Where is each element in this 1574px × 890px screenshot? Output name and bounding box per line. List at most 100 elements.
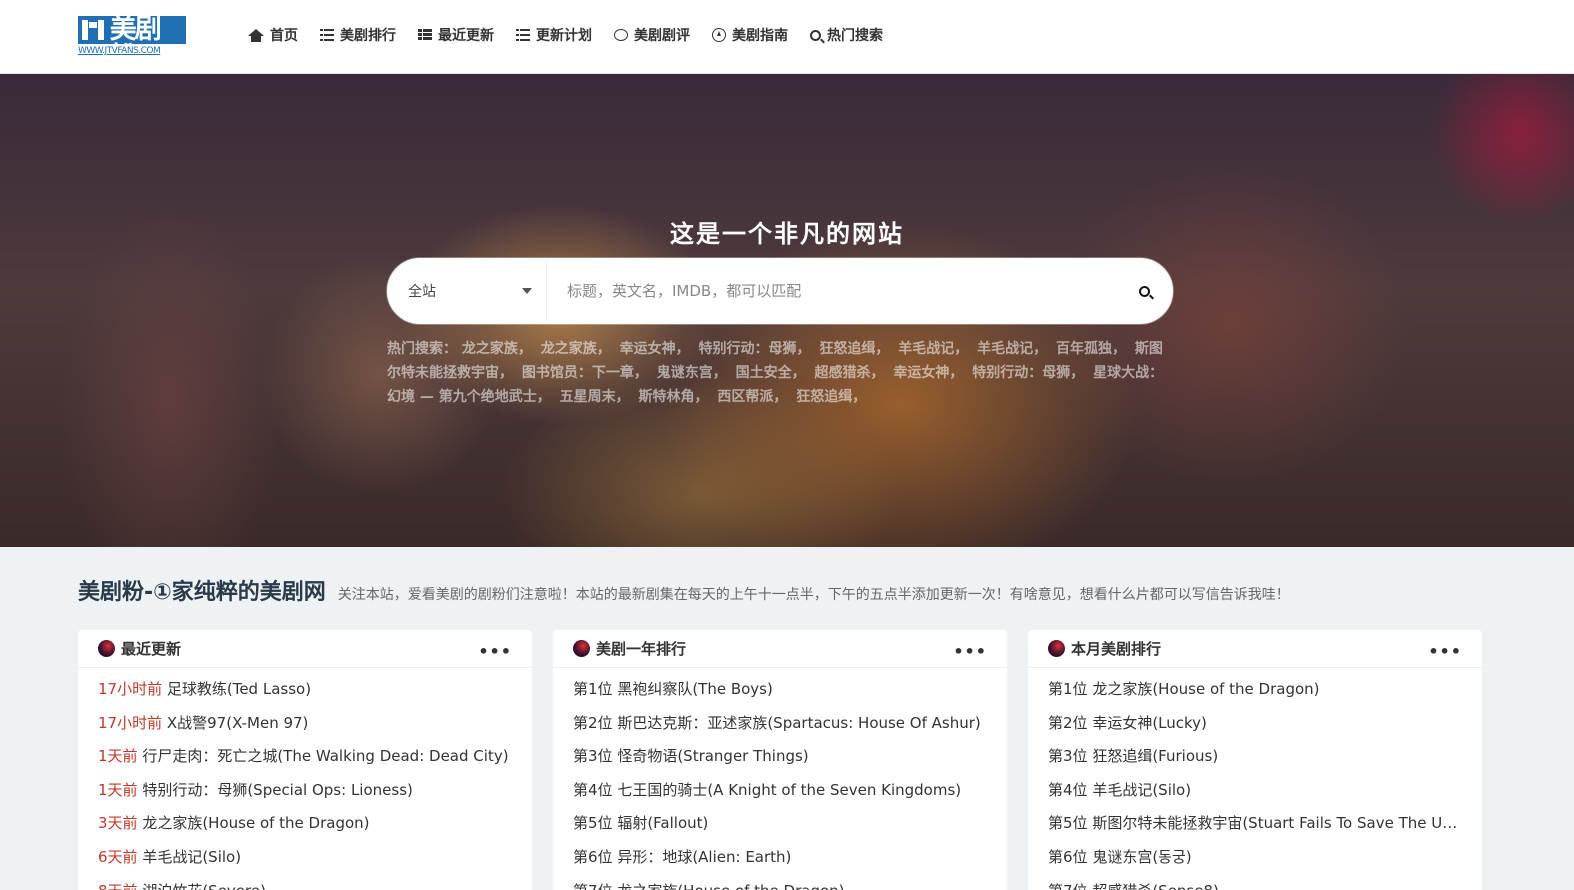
hot-search-link[interactable]: 图书馆员：下一章，	[522, 365, 648, 381]
list-item[interactable]: 第3位 狂怒追缉(Furious)	[1048, 745, 1462, 779]
nav-item-guide[interactable]: 美剧指南	[712, 24, 788, 46]
item-time: 17小时前	[98, 713, 163, 732]
list-item[interactable]: 第7位 超感猎杀(Sense8)	[1048, 880, 1462, 890]
list-item[interactable]: 第2位 幸运女神(Lucky)	[1048, 712, 1462, 746]
item-title: 龙之家族(House of the Dragon)	[613, 882, 844, 890]
card-list: 第1位 龙之家族(House of the Dragon) 第2位 幸运女神(L…	[1028, 668, 1482, 890]
item-title: 羊毛战记(Silo)	[1087, 780, 1192, 799]
logo-url: WWW.JTVFANS.COM	[78, 46, 161, 56]
site-header: 美剧粉 WWW.JTVFANS.COM 首页 美剧排行 最近更新 更新计划 美剧…	[0, 0, 1574, 74]
search-icon	[1138, 285, 1150, 297]
item-title: 怪奇物语(Stranger Things)	[612, 747, 809, 766]
card-header: 美剧一年排行 •••	[553, 630, 1007, 668]
nav-item-reviews[interactable]: 美剧剧评	[614, 24, 690, 46]
list-item[interactable]: 3天前 龙之家族(House of the Dragon)	[98, 812, 512, 846]
item-rank: 第7位	[573, 882, 613, 890]
more-icon[interactable]: •••	[478, 642, 512, 661]
item-rank: 第5位	[1048, 814, 1088, 833]
list-item[interactable]: 17小时前 X战警97(X-Men 97)	[98, 712, 512, 746]
hot-search-link[interactable]: 龙之家族，	[541, 341, 611, 357]
list-item[interactable]: 第1位 龙之家族(House of the Dragon)	[1048, 678, 1462, 712]
item-time: 1天前	[98, 780, 138, 799]
item-rank: 第4位	[573, 780, 613, 799]
list-item[interactable]: 第5位 辐射(Fallout)	[573, 812, 987, 846]
nav-item-schedule[interactable]: 更新计划	[516, 24, 592, 46]
site-intro: 美剧粉-①家纯粹的美剧网 关注本站，爱看美剧的剧粉们注意啦！本站的最新剧集在每天…	[78, 574, 1498, 606]
planet-icon	[1048, 640, 1065, 657]
hot-search-link[interactable]: 羊毛战记，	[977, 341, 1047, 357]
list-item[interactable]: 8天前 湖泊竹花(Severe)	[98, 880, 512, 890]
list-item[interactable]: 第6位 鬼谜东宫(동궁)	[1048, 846, 1462, 880]
card-header: 最近更新 •••	[78, 630, 532, 668]
item-rank: 第7位	[1048, 882, 1088, 890]
hot-search-link[interactable]: 龙之家族，	[462, 341, 532, 357]
item-title: 斯图尔特未能拯救宇宙(Stuart Fails To Save The Univ…	[1087, 814, 1462, 833]
hot-search-link[interactable]: 西区帮派，	[717, 389, 787, 405]
hot-search-link[interactable]: 超感猎杀，	[815, 365, 885, 381]
more-icon[interactable]: •••	[953, 642, 987, 661]
list-item[interactable]: 第4位 七王国的骑士(A Knight of the Seven Kingdom…	[573, 779, 987, 813]
hot-search-link[interactable]: 斯特林角，	[639, 389, 709, 405]
item-rank: 第3位	[573, 747, 613, 766]
card-list: 第1位 黑袍纠察队(The Boys) 第2位 斯巴达克斯：亚述家族(Spart…	[553, 668, 1007, 890]
hot-search-link[interactable]: 五星周末，	[560, 389, 630, 405]
nav-label: 美剧剧评	[634, 28, 690, 44]
nav-label: 热门搜索	[827, 28, 883, 44]
hero-title: 这是一个非凡的网站	[670, 220, 904, 248]
list-item[interactable]: 6天前 羊毛战记(Silo)	[98, 846, 512, 880]
list-item[interactable]: 第1位 黑袍纠察队(The Boys)	[573, 678, 987, 712]
item-rank: 第4位	[1048, 780, 1088, 799]
search-scope-value: 全站	[408, 284, 436, 300]
nav-item-ranking[interactable]: 美剧排行	[320, 24, 396, 46]
list-item[interactable]: 第6位 异形：地球(Alien: Earth)	[573, 846, 987, 880]
list-item[interactable]: 17小时前 足球教练(Ted Lasso)	[98, 678, 512, 712]
hot-search-link[interactable]: 鬼谜东宫，	[657, 365, 727, 381]
nav-item-hot-search[interactable]: 热门搜索	[810, 24, 883, 46]
hot-search-link[interactable]: 狂怒追缉，	[796, 389, 866, 405]
item-time: 8天前	[98, 882, 138, 890]
nav-item-home[interactable]: 首页	[248, 24, 298, 46]
hot-search-link[interactable]: 狂怒追缉，	[819, 341, 889, 357]
item-title: 异形：地球(Alien: Earth)	[612, 847, 792, 866]
item-title: X战警97(X-Men 97)	[162, 713, 309, 732]
nav-label: 最近更新	[438, 28, 494, 44]
list-item[interactable]: 1天前 行尸走肉：死亡之城(The Walking Dead: Dead Cit…	[98, 745, 512, 779]
list-icon	[320, 29, 334, 41]
item-title: 幸运女神(Lucky)	[1087, 713, 1207, 732]
hero-banner: 这是一个非凡的网站 全站 热门搜索： 龙之家族， 龙之家族， 幸运女神， 特别行…	[0, 74, 1574, 547]
list-item[interactable]: 第5位 斯图尔特未能拯救宇宙(Stuart Fails To Save The …	[1048, 812, 1462, 846]
list-item[interactable]: 1天前 特别行动：母狮(Special Ops: Lioness)	[98, 779, 512, 813]
hot-search-link[interactable]: 羊毛战记，	[898, 341, 968, 357]
intro-text: 关注本站，爱看美剧的剧粉们注意啦！本站的最新剧集在每天的上午十一点半，下午的五点…	[337, 587, 1290, 603]
hot-search-link[interactable]: 特别行动：母狮，	[699, 341, 811, 357]
item-rank: 第5位	[573, 814, 613, 833]
list-item[interactable]: 第2位 斯巴达克斯：亚述家族(Spartacus: House Of Ashur…	[573, 712, 987, 746]
planet-icon	[98, 640, 115, 657]
card-list: 17小时前 足球教练(Ted Lasso) 17小时前 X战警97(X-Men …	[78, 668, 532, 890]
nav-item-recent[interactable]: 最近更新	[418, 24, 494, 46]
site-logo[interactable]: 美剧粉 WWW.JTVFANS.COM	[78, 15, 186, 72]
hot-search-link[interactable]: 幸运女神，	[620, 341, 690, 357]
hot-search-link[interactable]: 幸运女神，	[893, 365, 963, 381]
item-title: 鬼谜东宫(동궁)	[1087, 847, 1192, 866]
search-button[interactable]	[1118, 261, 1170, 321]
list-item[interactable]: 第7位 龙之家族(House of the Dragon)	[573, 880, 987, 890]
search-scope-select[interactable]: 全站	[390, 261, 547, 321]
list-item[interactable]: 第3位 怪奇物语(Stranger Things)	[573, 745, 987, 779]
item-title: 龙之家族(House of the Dragon)	[137, 814, 370, 833]
item-title: 辐射(Fallout)	[612, 814, 709, 833]
card-header: 本月美剧排行 •••	[1028, 630, 1482, 668]
item-time: 1天前	[98, 747, 138, 766]
item-rank: 第1位	[1048, 680, 1088, 698]
item-title: 行尸走肉：死亡之城(The Walking Dead: Dead City)	[137, 747, 509, 766]
hot-search-link[interactable]: 特别行动：母狮，	[972, 365, 1084, 381]
more-icon[interactable]: •••	[1428, 642, 1462, 661]
hot-search-link[interactable]: 国土安全，	[736, 365, 806, 381]
hot-search-link[interactable]: 百年孤独，	[1056, 341, 1126, 357]
search-input[interactable]	[547, 261, 1118, 321]
card-title: 本月美剧排行	[1071, 640, 1162, 658]
search-bar: 全站	[387, 258, 1173, 324]
list-item[interactable]: 第4位 羊毛战记(Silo)	[1048, 779, 1462, 813]
card-monthly-ranking: 本月美剧排行 ••• 第1位 龙之家族(House of the Dragon)…	[1028, 630, 1482, 890]
item-title: 七王国的骑士(A Knight of the Seven Kingdoms)	[612, 780, 962, 799]
